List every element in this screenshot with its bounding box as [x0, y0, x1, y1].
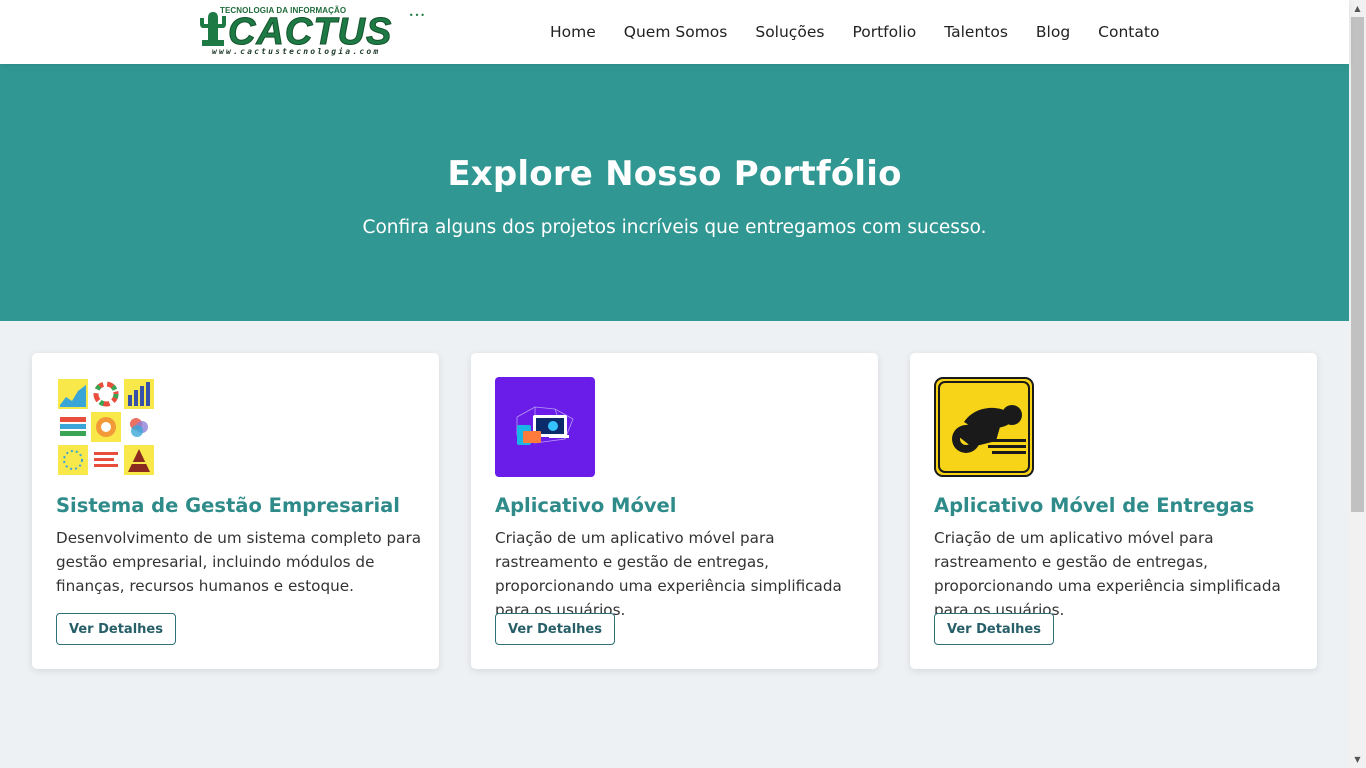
hero-banner: Explore Nosso Portfólio Confira alguns d…	[0, 64, 1349, 321]
main-nav: Home Quem Somos Soluções Portfolio Talen…	[536, 0, 1173, 64]
cactus-logo[interactable]: TECNOLOGIA DA INFORMAÇÃO ••• CACTUS www.…	[198, 6, 428, 58]
page-scrollbar[interactable]: ▲ ▼	[1349, 0, 1366, 768]
project-card: Sistema de Gestão Empresarial Desenvolvi…	[32, 353, 439, 669]
view-details-button[interactable]: Ver Detalhes	[495, 613, 615, 645]
project-description: Desenvolvimento de um sistema completo p…	[56, 529, 422, 595]
brand-url: www.cactustecnologia.com	[212, 47, 381, 56]
project-title: Sistema de Gestão Empresarial	[56, 494, 400, 517]
hero-subtitle: Confira alguns dos projetos incríveis qu…	[362, 217, 987, 238]
view-details-button[interactable]: Ver Detalhes	[934, 613, 1054, 645]
scroll-up-arrow-icon[interactable]: ▲	[1349, 0, 1366, 17]
nav-solucoes[interactable]: Soluções	[741, 23, 838, 41]
devices-network-icon	[495, 377, 595, 477]
project-title: Aplicativo Móvel	[495, 494, 677, 517]
nav-portfolio[interactable]: Portfolio	[838, 23, 930, 41]
project-description: Criação de um aplicativo móvel para rast…	[495, 529, 842, 619]
project-card: Aplicativo Móvel Criação de um aplicativ…	[471, 353, 878, 669]
scroll-down-arrow-icon[interactable]: ▼	[1349, 751, 1366, 768]
nav-contato[interactable]: Contato	[1084, 23, 1173, 41]
brand-dots: •••	[408, 11, 426, 20]
nav-quem-somos[interactable]: Quem Somos	[610, 23, 742, 41]
project-description: Criação de um aplicativo móvel para rast…	[934, 529, 1281, 619]
hero-title: Explore Nosso Portfólio	[447, 154, 902, 194]
project-card: Aplicativo Móvel de Entregas Criação de …	[910, 353, 1317, 669]
brand-name: CACTUS	[227, 11, 393, 53]
motorcycle-sign-icon	[934, 377, 1034, 477]
site-header: TECNOLOGIA DA INFORMAÇÃO ••• CACTUS www.…	[0, 0, 1349, 64]
dashboard-charts-icon	[56, 377, 156, 477]
nav-talentos[interactable]: Talentos	[930, 23, 1022, 41]
cactus-plant-icon	[200, 12, 226, 46]
project-title: Aplicativo Móvel de Entregas	[934, 494, 1255, 517]
nav-blog[interactable]: Blog	[1022, 23, 1084, 41]
scrollbar-thumb[interactable]	[1351, 17, 1364, 512]
nav-home[interactable]: Home	[536, 23, 610, 41]
view-details-button[interactable]: Ver Detalhes	[56, 613, 176, 645]
